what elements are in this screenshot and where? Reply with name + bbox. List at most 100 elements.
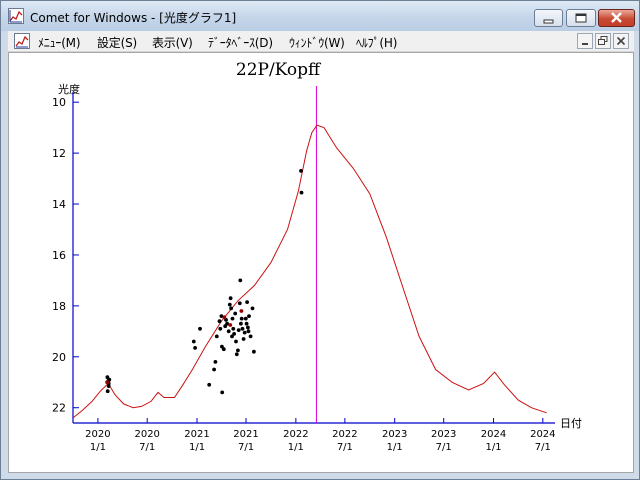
observation-point <box>244 321 249 326</box>
x-tick-year: 2024 <box>530 429 555 440</box>
x-tick-year: 2022 <box>332 429 357 440</box>
maximize-button[interactable] <box>566 9 596 27</box>
close-icon <box>611 12 622 23</box>
observation-point <box>213 360 218 364</box>
x-tick-year: 2024 <box>481 429 506 440</box>
menu-view[interactable]: 表示(V) <box>152 34 193 51</box>
light-curve-view[interactable]: 22P/Kopff 光度 日付 10 12 14 16 18 20 22 2020 1/1 202… <box>8 52 634 473</box>
close-icon <box>616 36 626 46</box>
observation-point <box>232 332 237 336</box>
observation-point <box>193 346 198 350</box>
observation-point <box>252 349 256 354</box>
minimize-icon <box>543 19 554 24</box>
x-tick-year: 2023 <box>431 429 456 440</box>
observation-point <box>226 329 231 334</box>
observation-point <box>221 347 226 352</box>
minimize-button[interactable] <box>534 9 563 27</box>
observation-point <box>228 296 233 301</box>
menu-bar: ﾒﾆｭｰ(M) 設定(S) 表示(V) ﾃﾞｰﾀﾍﾞｰｽ(D) ｳｨﾝﾄﾞｳ(W… <box>8 31 634 52</box>
x-tick-year: 2021 <box>184 429 209 440</box>
observation-point <box>214 334 219 339</box>
observation-point <box>241 337 246 341</box>
window-title: Comet for Windows - [光度グラフ1] <box>30 11 237 25</box>
y-tick-label: 18 <box>52 300 66 313</box>
x-tick-year: 2021 <box>233 429 258 440</box>
observation-point <box>243 316 248 321</box>
mdi-close-button[interactable] <box>613 33 629 49</box>
light-curve-chart[interactable]: 22P/Kopff 光度 日付 1012141618202220201/1202… <box>9 53 633 472</box>
menu-database[interactable]: ﾃﾞｰﾀﾍﾞｰｽ(D) <box>208 34 273 51</box>
graph-icon[interactable] <box>8 8 24 24</box>
observation-point <box>237 301 242 306</box>
x-tick-date: 7/1 <box>535 442 551 453</box>
observation-point <box>248 334 253 339</box>
menu-settings[interactable]: 設定(S) <box>97 34 137 51</box>
observation-point <box>105 389 110 394</box>
x-tick-date: 1/1 <box>387 442 403 453</box>
observation-point <box>236 328 241 332</box>
observation-point <box>230 316 235 321</box>
close-button[interactable] <box>598 9 635 27</box>
observation-point <box>246 329 251 334</box>
menu-menu[interactable]: ﾒﾆｭｰ(M) <box>38 34 81 51</box>
observation-point <box>228 323 233 327</box>
observation-point <box>239 316 244 321</box>
y-tick-label: 16 <box>52 249 66 262</box>
observation-point <box>191 339 196 344</box>
app-window: Comet for Windows - [光度グラフ1] ﾒﾆｭｰ(M) 設定(… <box>0 0 640 480</box>
title-bar[interactable]: Comet for Windows - [光度グラフ1] <box>1 1 639 31</box>
observation-point <box>231 326 236 331</box>
observation-point <box>217 319 222 324</box>
observation-point <box>239 321 243 326</box>
observation-point <box>234 352 239 357</box>
x-axis-label: 日付 <box>560 417 582 430</box>
observation-point <box>245 300 250 304</box>
x-tick-year: 2023 <box>382 429 407 440</box>
graph-icon[interactable] <box>14 33 30 49</box>
y-tick-label: 14 <box>52 198 66 211</box>
mdi-minimize-button[interactable] <box>577 33 593 49</box>
observation-point <box>229 306 234 311</box>
x-tick-date: 1/1 <box>90 442 106 453</box>
observation-point <box>246 325 250 330</box>
x-tick-date: 7/1 <box>238 442 254 453</box>
predicted-magnitude-line <box>72 124 547 419</box>
observation-point <box>220 390 225 395</box>
observation-point <box>236 348 240 353</box>
y-tick-label: 22 <box>52 402 66 415</box>
observation-point <box>234 339 238 344</box>
observation-point <box>247 314 251 318</box>
observation-point <box>105 380 109 385</box>
x-tick-year: 2020 <box>134 429 159 440</box>
observation-point <box>250 306 255 311</box>
mdi-restore-button[interactable] <box>595 33 611 49</box>
observation-point <box>239 309 244 313</box>
y-tick-label: 20 <box>52 351 66 364</box>
y-axis-label: 光度 <box>58 82 80 96</box>
observations <box>105 169 304 395</box>
observation-point <box>299 169 303 173</box>
observation-point <box>299 190 304 195</box>
x-tick-year: 2020 <box>85 429 110 440</box>
observation-point <box>242 330 247 335</box>
y-tick-label: 12 <box>52 147 66 160</box>
observation-point <box>212 367 217 372</box>
menu-window[interactable]: ｳｨﾝﾄﾞｳ(W) <box>289 34 345 51</box>
x-tick-date: 1/1 <box>485 442 501 453</box>
y-tick-label: 10 <box>52 96 66 109</box>
x-tick-date: 7/1 <box>436 442 452 453</box>
predicted-curve <box>72 124 547 419</box>
x-tick-date: 7/1 <box>337 442 353 453</box>
observation-point <box>233 311 238 316</box>
axes: 1012141618202220201/120207/120211/120217… <box>52 92 556 453</box>
menu-help[interactable]: ﾍﾙﾌﾟ(H) <box>356 34 397 51</box>
x-tick-date: 7/1 <box>139 442 155 453</box>
x-tick-date: 1/1 <box>288 442 304 453</box>
x-tick-date: 1/1 <box>189 442 205 453</box>
observation-point <box>240 326 245 331</box>
minimize-icon <box>582 43 588 45</box>
observation-point <box>198 326 202 331</box>
x-tick-year: 2022 <box>283 429 308 440</box>
chart-title: 22P/Kopff <box>236 60 322 80</box>
restore-icon <box>598 36 608 45</box>
